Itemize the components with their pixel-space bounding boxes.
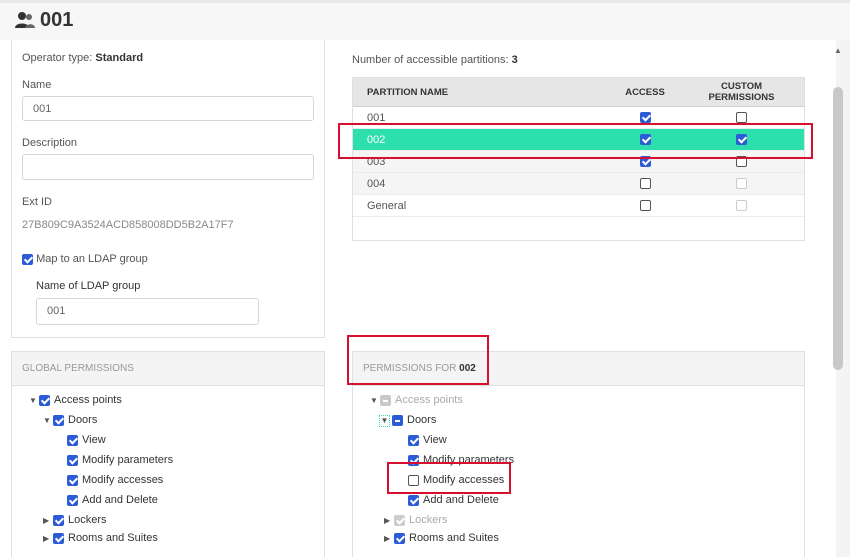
extid-label: Ext ID [22, 196, 52, 208]
column-header-access[interactable]: ACCESS [611, 78, 679, 107]
checkbox[interactable] [53, 414, 64, 426]
name-field[interactable]: 001 [22, 96, 314, 121]
tree-item-modify-parameters[interactable]: Modify parameters [67, 454, 173, 466]
ldap-group-label: Name of LDAP group [36, 280, 141, 292]
chevron-right-icon[interactable]: ▶ [384, 516, 394, 525]
tree-item-add-and-delete[interactable]: Add and Delete [67, 494, 158, 506]
highlight-box-modify-accesses [387, 462, 511, 494]
checkbox[interactable] [67, 474, 78, 486]
scroll-up-icon[interactable]: ▲ [834, 46, 842, 55]
tree-item-label: Access points [54, 394, 122, 406]
column-header-partition-name[interactable]: PARTITION NAME [353, 78, 611, 107]
tree-item-doors[interactable]: ▼ Doors [379, 414, 436, 427]
chevron-right-icon[interactable]: ▶ [43, 534, 53, 543]
tree-item-rooms-and-suites[interactable]: ▶ Rooms and Suites [43, 532, 158, 544]
tree-item-lockers[interactable]: ▶ Lockers [43, 514, 107, 526]
tree-item-label: Modify accesses [82, 474, 164, 486]
checkbox[interactable] [67, 434, 78, 446]
table-header-row: PARTITION NAME ACCESS CUSTOM PERMISSIONS [353, 78, 804, 107]
partition-count: Number of accessible partitions: 3 [352, 54, 518, 66]
tree-item-label: Doors [407, 414, 437, 426]
scrollbar-thumb[interactable] [833, 87, 843, 370]
tree-item-modify-accesses[interactable]: Modify accesses [67, 474, 163, 486]
tree-item-label: Lockers [68, 514, 107, 526]
access-checkbox[interactable] [639, 200, 651, 212]
page-title: 001 [40, 9, 74, 31]
checkbox[interactable] [39, 394, 50, 406]
extid-value: 27B809C9A3524ACD858008DD5B2A17F7 [22, 219, 234, 231]
tree-item-view[interactable]: View [408, 434, 447, 446]
highlight-box-selected-partition [338, 123, 813, 159]
tree-item-label: View [82, 434, 106, 446]
chevron-down-icon[interactable]: ▼ [29, 396, 39, 405]
page-header [0, 0, 850, 40]
column-header-custom-permissions[interactable]: CUSTOM PERMISSIONS [679, 78, 804, 107]
custom-permissions-checkbox [736, 178, 747, 190]
chevron-right-icon[interactable]: ▶ [384, 534, 394, 543]
partition-count-value: 3 [511, 54, 518, 66]
operator-type-label: Operator type: [22, 52, 93, 64]
ldap-map-label: Map to an LDAP group [36, 253, 148, 265]
tree-item-access-points[interactable]: ▼ Access points [370, 394, 463, 406]
checkbox[interactable] [392, 414, 403, 426]
operators-icon [15, 12, 35, 28]
custom-permissions-checkbox [736, 200, 747, 212]
operator-type: Operator type: Standard [22, 52, 143, 64]
description-label: Description [22, 137, 78, 149]
custom-permissions-checkbox[interactable] [736, 112, 747, 124]
checkbox[interactable] [408, 434, 419, 446]
checkbox[interactable] [53, 532, 64, 544]
tree-item-access-points[interactable]: ▼ Access points [29, 394, 122, 406]
name-label: Name [22, 79, 52, 91]
tree-item-view[interactable]: View [67, 434, 106, 446]
chevron-right-icon[interactable]: ▶ [43, 516, 53, 525]
tree-item-label: View [423, 434, 447, 446]
checkbox[interactable] [53, 514, 64, 526]
operator-type-value: Standard [95, 52, 144, 64]
partition-name-cell: 004 [353, 172, 611, 195]
access-checkbox[interactable] [639, 178, 651, 190]
checkbox[interactable] [67, 454, 78, 466]
tree-item-doors[interactable]: ▼ Doors [43, 414, 97, 426]
tree-item-label: Rooms and Suites [68, 532, 158, 544]
global-permissions-title: GLOBAL PERMISSIONS [12, 352, 324, 386]
tree-item-label: Rooms and Suites [409, 532, 499, 544]
table-row[interactable]: General [353, 194, 804, 217]
operator-details-panel [11, 40, 325, 338]
tree-item-lockers[interactable]: ▶ Lockers [384, 514, 448, 526]
checkbox[interactable] [380, 394, 391, 406]
table-row[interactable]: 004 [353, 172, 804, 195]
partition-name-cell: General [353, 194, 611, 217]
checkbox[interactable] [67, 494, 78, 506]
checkbox[interactable] [394, 532, 405, 544]
ldap-map-checkbox[interactable] [22, 253, 33, 265]
highlight-box-permissions-title [347, 335, 489, 385]
partition-count-label: Number of accessible partitions: [352, 54, 509, 66]
checkbox[interactable] [394, 514, 405, 526]
tree-item-label: Access points [395, 394, 463, 406]
tree-item-label: Lockers [409, 514, 448, 526]
tree-item-label: Modify parameters [82, 454, 174, 466]
tree-item-label: Add and Delete [82, 494, 158, 506]
chevron-down-icon[interactable]: ▼ [379, 415, 390, 427]
tree-item-add-and-delete[interactable]: Add and Delete [408, 494, 499, 506]
chevron-down-icon[interactable]: ▼ [370, 396, 380, 405]
partitions-table-panel: PARTITION NAME ACCESS CUSTOM PERMISSIONS… [352, 77, 805, 241]
access-checkbox[interactable] [639, 112, 651, 124]
ldap-map-checkbox-row[interactable]: Map to an LDAP group [22, 253, 148, 265]
tree-item-label: Doors [68, 414, 98, 426]
checkbox[interactable] [408, 494, 419, 506]
tree-item-label: Add and Delete [423, 494, 499, 506]
description-field[interactable] [22, 154, 314, 180]
tree-item-rooms-and-suites[interactable]: ▶ Rooms and Suites [384, 532, 499, 544]
chevron-down-icon[interactable]: ▼ [43, 416, 53, 425]
ldap-group-field[interactable]: 001 [36, 298, 259, 325]
